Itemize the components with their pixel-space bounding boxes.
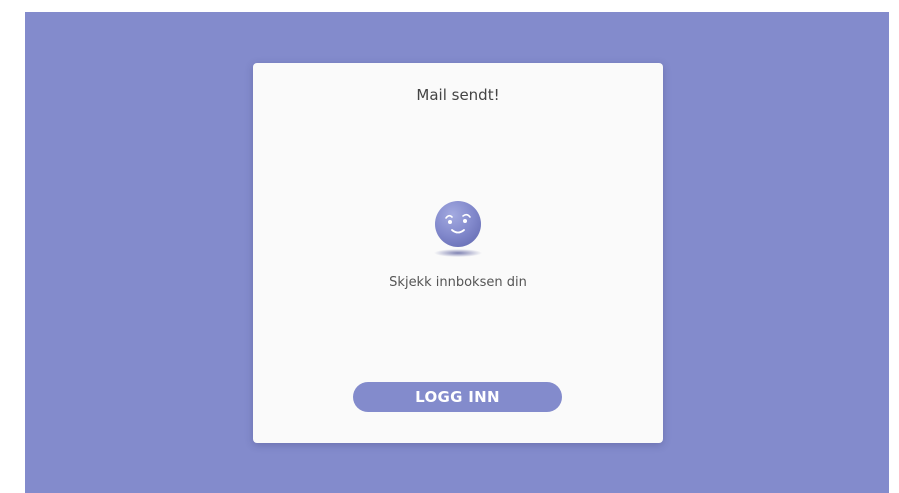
confirmation-card: Mail sendt! Skjekk innboksen din LOGG IN…: [253, 63, 663, 443]
login-button[interactable]: LOGG INN: [353, 382, 562, 412]
instruction-message: Skjekk innboksen din: [389, 275, 527, 290]
smiley-face-icon: [434, 201, 482, 257]
card-title: Mail sendt!: [416, 86, 500, 104]
page-background: Mail sendt! Skjekk innboksen din LOGG IN…: [25, 12, 889, 493]
